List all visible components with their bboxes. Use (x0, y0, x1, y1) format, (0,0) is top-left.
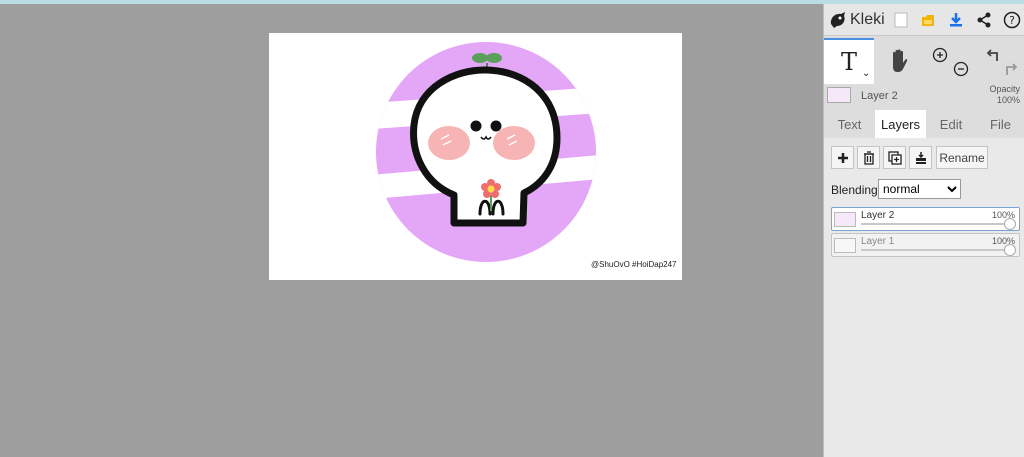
blending-mode-select[interactable]: normal (878, 179, 961, 199)
layers-panel: Rename Blending normal Layer 2 100% Laye… (824, 138, 1024, 457)
help-icon[interactable]: ? (1001, 9, 1023, 31)
layer-name: Layer 2 (861, 210, 895, 221)
sidebar: Kleki ? T ⌄ Layer 2 Opacity 100% Text La… (823, 4, 1024, 457)
layer-opacity-handle[interactable] (1004, 244, 1016, 256)
app-name: Kleki (850, 11, 885, 28)
current-layer-header: Layer 2 Opacity 100% (824, 84, 1024, 110)
tab-file[interactable]: File (976, 110, 1024, 138)
current-layer-opacity: Opacity 100% (989, 84, 1020, 106)
tab-text[interactable]: Text (824, 110, 875, 138)
zoom-in-icon[interactable] (929, 32, 951, 78)
merge-down-button[interactable] (909, 146, 932, 169)
undo-icon[interactable] (982, 32, 1002, 78)
current-layer-thumbnail (827, 87, 851, 103)
chevron-down-icon[interactable]: ⌄ (862, 68, 870, 79)
panel-tabs: Text Layers Edit File (824, 110, 1024, 138)
text-tool-icon: T (840, 48, 857, 76)
save-icon[interactable] (917, 9, 939, 31)
kleki-logo: Kleki (828, 7, 885, 33)
canvas-workspace[interactable]: @ShuOvO #HoiDap247 (0, 4, 823, 457)
delete-layer-icon (863, 150, 874, 165)
tab-layers[interactable]: Layers (875, 110, 926, 138)
current-layer-name: Layer 2 (861, 90, 898, 102)
tool-row: T ⌄ (824, 38, 1024, 84)
layer-item-layer-1[interactable]: Layer 1 100% (831, 233, 1020, 257)
hand-tool-button[interactable] (879, 38, 919, 84)
kleki-logo-icon (830, 12, 845, 28)
opacity-label: Opacity (989, 84, 1020, 94)
canvas-artwork (376, 42, 596, 262)
layer-opacity-slider[interactable] (861, 223, 1011, 225)
merge-down-icon (915, 151, 926, 164)
layer-thumbnail (834, 212, 856, 227)
right-eye (490, 120, 502, 132)
layer-name: Layer 1 (861, 236, 895, 247)
share-icon[interactable] (973, 9, 995, 31)
rename-layer-button[interactable]: Rename (936, 146, 988, 169)
left-eye (470, 120, 482, 132)
canvas-watermark: @ShuOvO #HoiDap247 (591, 260, 677, 269)
duplicate-layer-button[interactable] (883, 146, 906, 169)
opacity-value: 100% (996, 95, 1020, 105)
left-cheek (428, 126, 470, 160)
new-image-icon[interactable] (890, 9, 912, 31)
blending-label: Blending (831, 183, 878, 197)
layer-item-layer-2[interactable]: Layer 2 100% (831, 207, 1020, 231)
layer-opacity-slider[interactable] (861, 249, 1011, 251)
layer-thumbnail (834, 238, 856, 253)
hand-icon (893, 49, 908, 72)
drawing-canvas[interactable]: @ShuOvO #HoiDap247 (269, 33, 682, 280)
add-layer-button[interactable] (831, 146, 854, 169)
duplicate-layer-icon (887, 150, 902, 165)
delete-layer-button[interactable] (857, 146, 880, 169)
add-layer-icon (837, 152, 848, 163)
text-tool-button[interactable]: T ⌄ (824, 38, 874, 84)
tab-edit[interactable]: Edit (926, 110, 976, 138)
download-icon[interactable] (945, 9, 967, 31)
svg-text:?: ? (1009, 14, 1015, 27)
layer-opacity-handle[interactable] (1004, 218, 1016, 230)
